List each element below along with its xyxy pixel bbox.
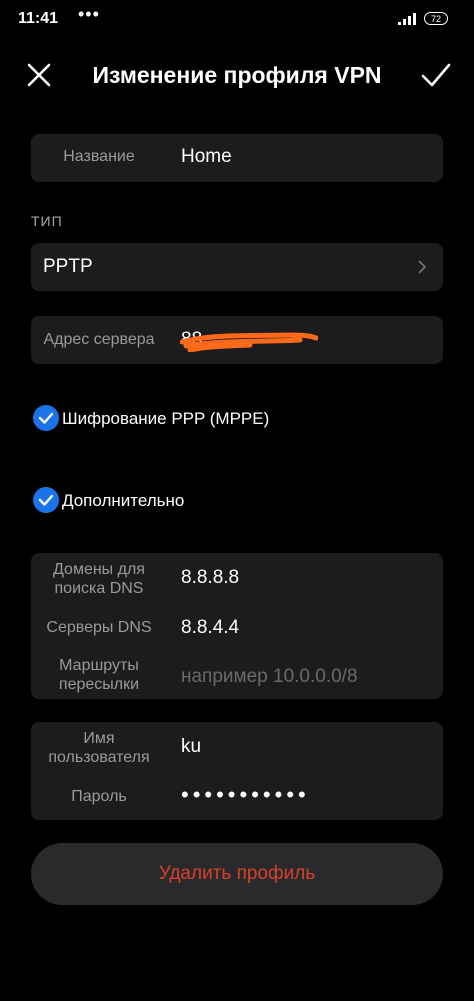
dns-servers-input[interactable]: 8.8.4.4 bbox=[181, 617, 239, 639]
page-title: Изменение профиля VPN bbox=[92, 62, 382, 88]
battery-icon: 72 bbox=[424, 12, 448, 25]
username-label-line1: Имя bbox=[83, 730, 115, 747]
advanced-card: Домены для поиска DNS 8.8.8.8 Серверы DN… bbox=[31, 553, 443, 699]
name-label: Название bbox=[63, 148, 135, 165]
routes-label: Маршруты пересылки bbox=[31, 656, 167, 694]
name-card: Название Home bbox=[31, 134, 443, 182]
encryption-checkbox[interactable] bbox=[33, 405, 59, 431]
name-input[interactable]: Home bbox=[181, 146, 232, 168]
save-check-icon[interactable] bbox=[420, 60, 452, 90]
status-time: 11:41 bbox=[18, 10, 59, 27]
server-label: Адрес сервера bbox=[43, 331, 155, 348]
routes-input[interactable]: например 10.0.0.0/8 bbox=[181, 666, 358, 688]
advanced-label: Дополнительно bbox=[62, 491, 185, 510]
delete-profile-button[interactable]: Удалить профиль bbox=[31, 843, 443, 905]
signal-icon bbox=[398, 13, 416, 25]
credentials-card: Имя пользователя ku Пароль ••••••••••• bbox=[31, 722, 443, 820]
checkmark-icon bbox=[38, 494, 54, 506]
password-input[interactable]: ••••••••••• bbox=[181, 782, 310, 808]
advanced-checkbox[interactable] bbox=[33, 487, 59, 513]
delete-profile-label: Удалить профиль bbox=[158, 863, 316, 884]
checkmark-icon bbox=[38, 412, 54, 424]
encryption-label: Шифрование PPP (MPPE) bbox=[62, 409, 270, 428]
dns-domains-label-line1: Домены для bbox=[53, 561, 145, 578]
username-label: Имя пользователя bbox=[31, 729, 167, 767]
username-input[interactable]: ku bbox=[181, 736, 201, 758]
password-label: Пароль bbox=[71, 788, 127, 805]
dns-domains-input[interactable]: 8.8.8.8 bbox=[181, 567, 239, 589]
type-value: PPTP bbox=[43, 256, 93, 277]
chevron-right-icon bbox=[418, 260, 427, 274]
type-section-label: ТИП bbox=[31, 213, 63, 229]
redaction-scribble bbox=[180, 332, 318, 352]
status-notification-dots: ••• bbox=[78, 4, 100, 24]
dns-domains-label: Домены для поиска DNS bbox=[31, 560, 167, 598]
routes-label-line1: Маршруты bbox=[59, 657, 139, 674]
dns-domains-label-line2: поиска DNS bbox=[54, 580, 144, 597]
username-label-line2: пользователя bbox=[48, 749, 150, 766]
dns-servers-label: Серверы DNS bbox=[46, 619, 152, 636]
type-selector[interactable]: PPTP bbox=[31, 243, 443, 291]
routes-label-line2: пересылки bbox=[58, 676, 140, 693]
